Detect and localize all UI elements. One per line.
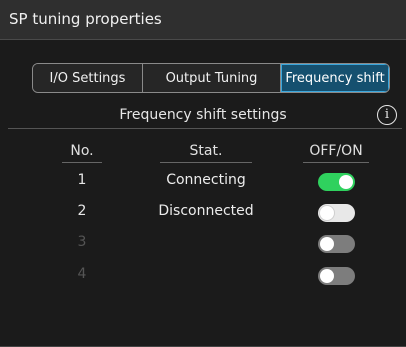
table-row: 3 bbox=[0, 229, 406, 259]
header-underline-no bbox=[62, 162, 102, 163]
row-status: Disconnected bbox=[158, 203, 254, 219]
row-number: 3 bbox=[77, 234, 87, 250]
table-row: 4 bbox=[0, 261, 406, 291]
section-divider bbox=[8, 128, 402, 129]
header-underline-onoff bbox=[303, 162, 369, 163]
toggle-switch-1[interactable] bbox=[318, 173, 355, 191]
toggle-switch-3 bbox=[318, 235, 355, 253]
title-bar: SP tuning properties bbox=[0, 0, 406, 40]
window-title: SP tuning properties bbox=[9, 10, 162, 28]
table-row: 1 Connecting bbox=[0, 167, 406, 197]
row-number: 2 bbox=[77, 203, 87, 219]
toggle-knob bbox=[320, 269, 334, 283]
toggle-switch-4 bbox=[318, 267, 355, 285]
table-row: 2 Disconnected bbox=[0, 198, 406, 228]
toggle-knob bbox=[339, 175, 353, 189]
info-icon[interactable]: i bbox=[377, 105, 397, 125]
toggle-knob bbox=[320, 237, 334, 251]
tab-output-tuning[interactable]: Output Tuning bbox=[143, 64, 281, 92]
toggle-knob bbox=[320, 206, 334, 220]
column-header-stat: Stat. bbox=[189, 143, 223, 159]
row-number: 1 bbox=[77, 172, 87, 188]
row-status: Connecting bbox=[166, 172, 246, 188]
row-number: 4 bbox=[77, 266, 87, 282]
tab-frequency-shift[interactable]: Frequency shift bbox=[281, 64, 389, 92]
sp-tuning-properties-panel: SP tuning properties I/O Settings Output… bbox=[0, 0, 406, 347]
tab-bar: I/O Settings Output Tuning Frequency shi… bbox=[32, 63, 390, 93]
section-title: Frequency shift settings bbox=[119, 107, 287, 123]
column-header-onoff: OFF/ON bbox=[309, 143, 363, 159]
toggle-switch-2[interactable] bbox=[318, 204, 355, 222]
header-underline-stat bbox=[160, 162, 252, 163]
column-header-no: No. bbox=[70, 143, 94, 159]
tab-io-settings[interactable]: I/O Settings bbox=[33, 64, 143, 92]
